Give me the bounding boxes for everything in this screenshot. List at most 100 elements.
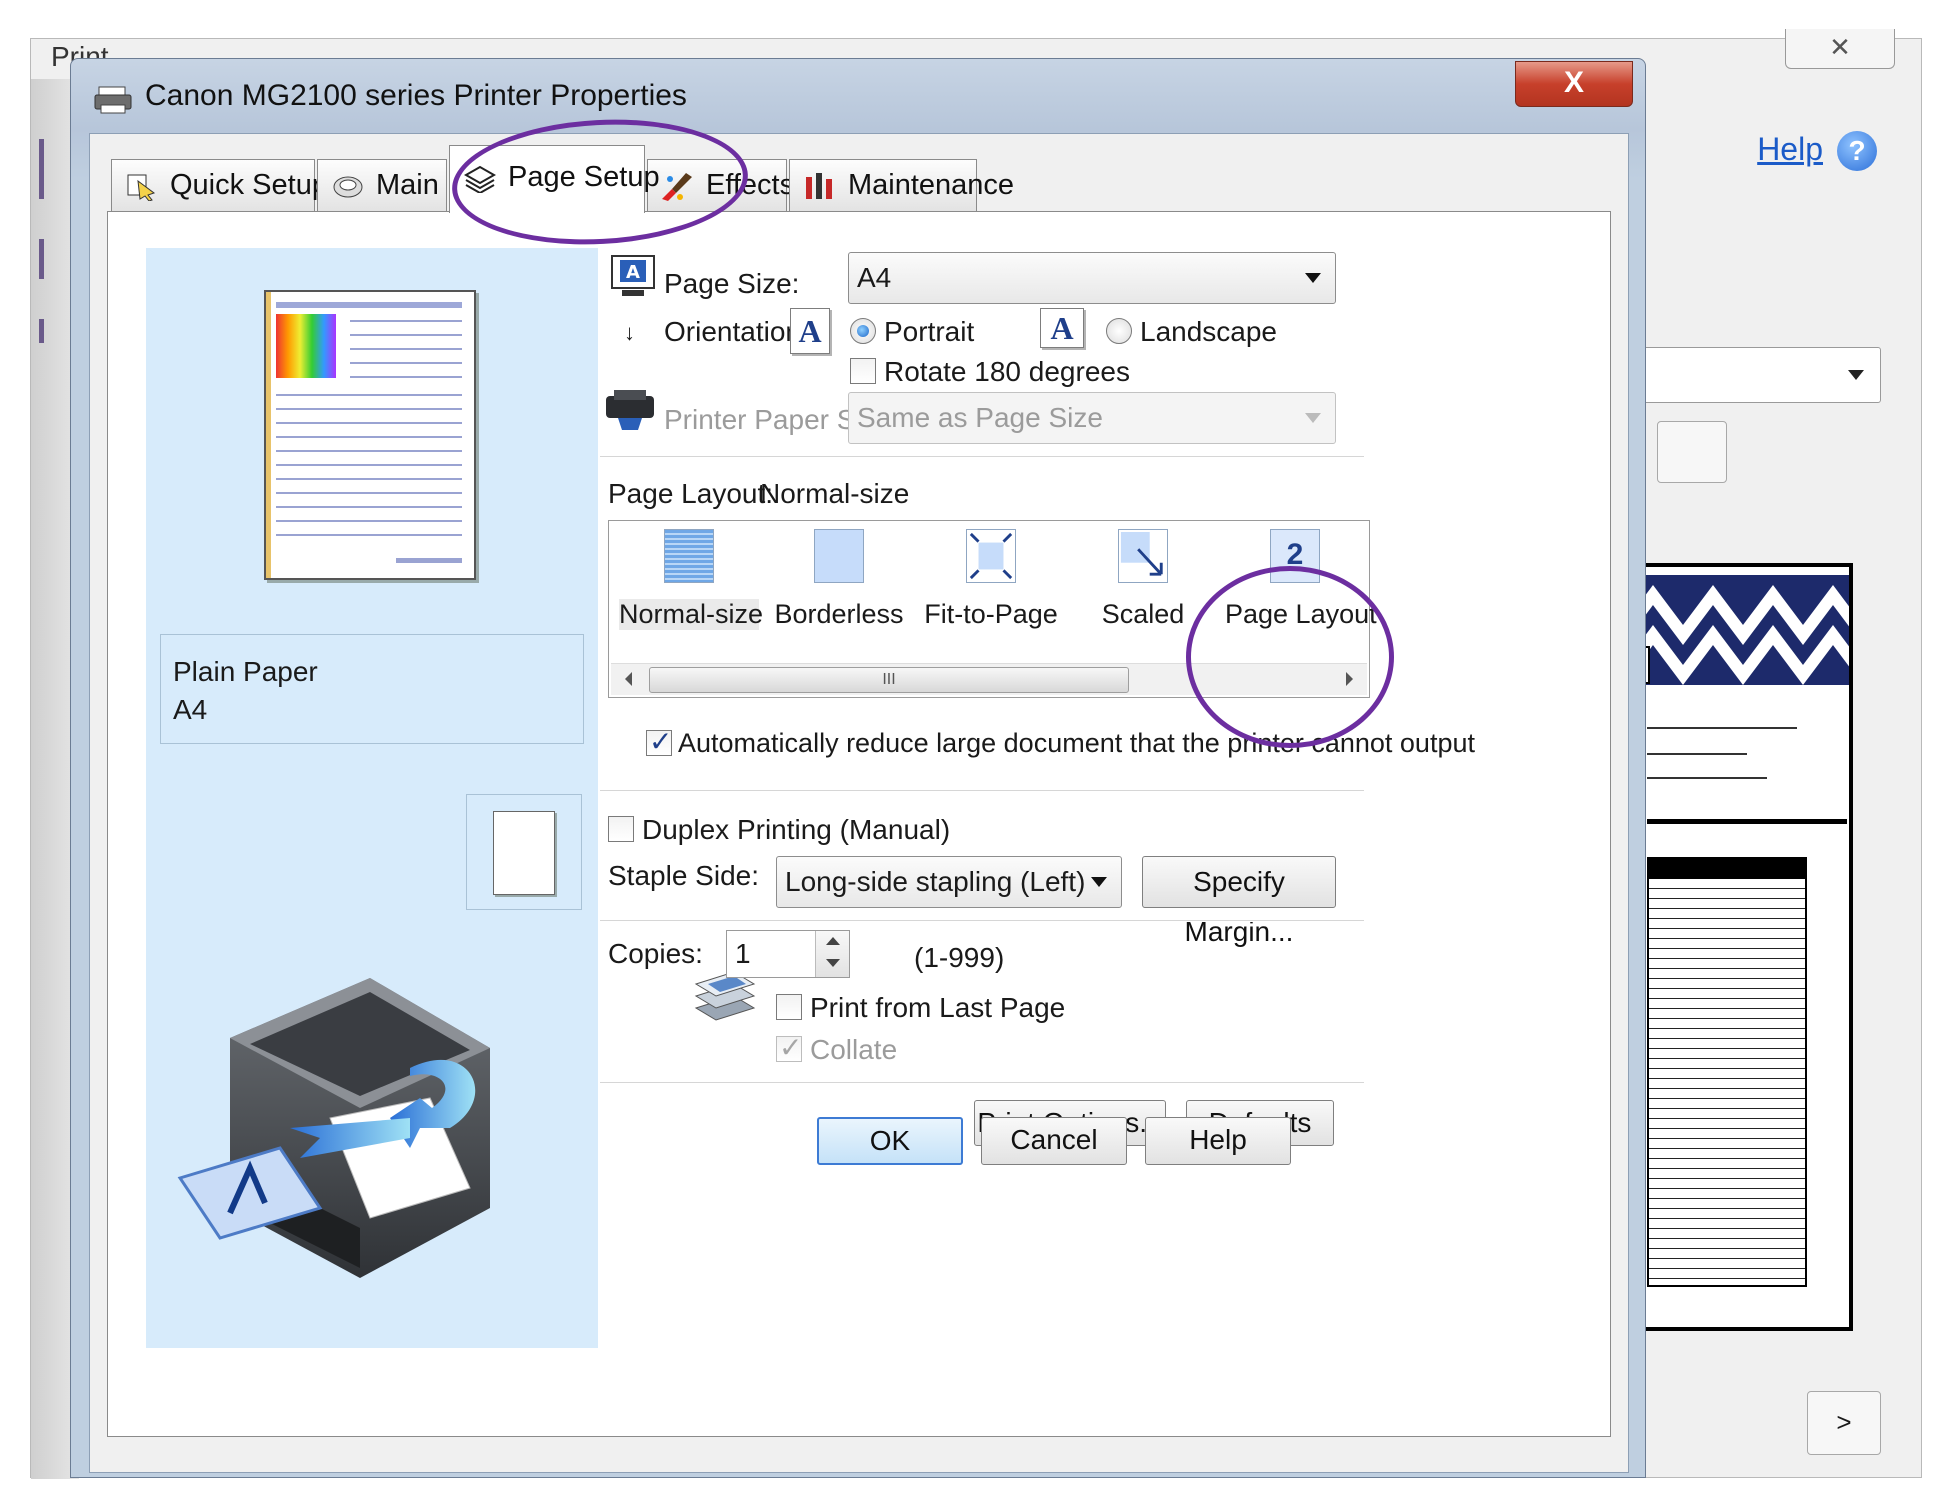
fit-to-page-icon — [966, 529, 1016, 583]
duplex-printing-label[interactable]: Duplex Printing (Manual) — [642, 814, 950, 846]
orientation-preview — [466, 794, 582, 910]
close-icon: ✕ — [1829, 32, 1851, 62]
collate-checkbox[interactable] — [776, 1031, 802, 1064]
tab-main[interactable]: Main — [317, 159, 447, 211]
rotate-180-checkbox[interactable] — [850, 358, 876, 384]
printer-paper-size-dropdown[interactable]: Same as Page Size — [848, 392, 1336, 444]
print-window-dropdown[interactable] — [1641, 347, 1881, 403]
auto-reduce-label[interactable]: Automatically reduce large document that… — [678, 728, 1475, 759]
scrollbar-thumb[interactable]: III — [649, 667, 1129, 693]
specify-margin-button[interactable]: Specify Margin... — [1142, 856, 1336, 947]
printer-paper-size-value: Same as Page Size — [857, 402, 1103, 433]
page-setup-icon — [463, 166, 497, 194]
chevron-down-icon — [1091, 877, 1107, 887]
landscape-radio[interactable] — [1106, 318, 1132, 344]
printer-properties-dialog: Canon MG2100 series Printer Properties X… — [70, 58, 1646, 1478]
print-from-last-page-checkbox[interactable] — [776, 994, 802, 1020]
copies-spinbox[interactable]: 1 — [726, 930, 850, 978]
media-type-text: Plain Paper — [173, 656, 318, 687]
layout-option-label: Fit-to-Page — [924, 599, 1058, 629]
ok-button[interactable]: OK — [817, 1117, 963, 1165]
duplex-printing-checkbox[interactable] — [608, 816, 634, 842]
media-size-text: A4 — [173, 694, 208, 725]
layout-option-label: Borderless — [774, 599, 904, 629]
page-layout-icon: 2 — [1270, 529, 1320, 583]
chevron-down-icon — [1305, 413, 1321, 423]
printer-illustration-icon — [177, 978, 490, 1278]
dialog-close-button[interactable]: X — [1515, 61, 1633, 107]
help-button[interactable]: Help — [1145, 1117, 1291, 1165]
main-icon — [333, 176, 363, 198]
divider — [600, 920, 1364, 922]
layout-option-label: Page Layout — [1225, 599, 1377, 629]
landscape-a-icon: A — [1040, 308, 1084, 348]
copies-stepper-icon[interactable] — [815, 931, 849, 977]
next-page-button[interactable]: > — [1807, 1391, 1881, 1455]
print-window-button[interactable] — [1657, 421, 1727, 483]
layout-option-label: Normal-size — [619, 599, 764, 630]
color-image-placeholder — [276, 314, 336, 378]
rotate-180-label[interactable]: Rotate 180 degrees — [884, 356, 1130, 388]
scaled-icon — [1118, 529, 1168, 583]
tab-page-setup[interactable]: Page Setup — [449, 145, 660, 213]
layout-option-page-layout[interactable]: 2 Page Layout — [1225, 529, 1377, 630]
effects-brush-icon — [662, 173, 692, 202]
page-layout-value: Normal-size — [760, 478, 910, 509]
borderless-icon — [814, 529, 864, 583]
tab-effects[interactable]: Effects — [647, 159, 794, 211]
layout-option-label: Scaled — [1101, 599, 1185, 629]
normal-size-icon — [664, 529, 714, 583]
portrait-label[interactable]: Portrait — [884, 316, 974, 348]
tab-quick-setup[interactable]: Quick Setup — [111, 159, 328, 211]
chevron-pattern-graphic — [1643, 575, 1849, 685]
landscape-label[interactable]: Landscape — [1140, 316, 1277, 348]
divider — [600, 790, 1364, 792]
tab-label: Page Setup — [508, 161, 660, 193]
page-size-value: A4 — [857, 262, 892, 293]
maintenance-tools-icon — [806, 173, 832, 200]
settings-preview-pane: Plain Paper A4 — [146, 248, 598, 1348]
staple-side-label: Staple Side: — [608, 860, 759, 891]
auto-reduce-checkbox[interactable] — [646, 725, 672, 758]
layout-option-scaled[interactable]: Scaled — [1073, 529, 1213, 630]
print-from-last-page-label[interactable]: Print from Last Page — [810, 992, 1065, 1024]
cancel-button[interactable]: Cancel — [981, 1117, 1127, 1165]
print-preview-image — [1639, 563, 1853, 1331]
page-size-dropdown[interactable]: A4 — [848, 252, 1336, 304]
media-info-box: Plain Paper A4 — [160, 634, 584, 744]
tab-label: Quick Setup — [170, 169, 328, 201]
portrait-a-icon: A — [790, 308, 830, 354]
layout-horizontal-scrollbar[interactable]: III — [611, 663, 1367, 695]
divider — [600, 456, 1364, 458]
help-link[interactable]: Help — [1757, 131, 1823, 168]
staple-side-dropdown[interactable]: Long-side stapling (Left) — [776, 856, 1122, 908]
preview-table — [1647, 857, 1807, 1287]
layout-option-fit-to-page[interactable]: Fit-to-Page — [921, 529, 1061, 630]
print-window-close-button[interactable]: ✕ — [1785, 29, 1895, 69]
copies-range: (1-999) — [914, 942, 1005, 973]
tab-label: Effects — [706, 169, 795, 201]
tab-label: Main — [376, 169, 439, 201]
staple-side-value: Long-side stapling (Left) — [785, 866, 1086, 897]
copies-value: 1 — [735, 938, 751, 969]
dialog-title: Canon MG2100 series Printer Properties — [145, 79, 687, 112]
orientation-label: Orientation: — [664, 316, 809, 347]
question-circle-icon[interactable]: ? — [1837, 131, 1877, 171]
divider — [600, 1082, 1364, 1084]
page-preview-thumbnail — [264, 290, 476, 580]
layout-option-borderless[interactable]: Borderless — [769, 529, 909, 630]
scroll-right-arrow-icon[interactable] — [1346, 672, 1353, 686]
portrait-page-icon — [493, 811, 555, 895]
tab-label: Maintenance — [848, 169, 1015, 201]
collate-label[interactable]: Collate — [810, 1034, 897, 1066]
printer-icon — [94, 86, 132, 114]
page-layout-label: Page Layout: — [608, 478, 774, 509]
quick-setup-icon — [127, 174, 156, 202]
scroll-left-arrow-icon[interactable] — [625, 672, 632, 686]
page-setup-panel: Plain Paper A4 A Page Size: A4 ↓ Orienta… — [107, 211, 1611, 1437]
portrait-radio[interactable] — [850, 318, 876, 344]
page-size-label: Page Size: — [664, 268, 800, 299]
page-layout-list: Normal-size Borderless Fit-to-Page Scale… — [608, 520, 1377, 698]
tab-maintenance[interactable]: Maintenance — [789, 159, 1014, 211]
layout-option-normal-size[interactable]: Normal-size — [619, 529, 764, 630]
